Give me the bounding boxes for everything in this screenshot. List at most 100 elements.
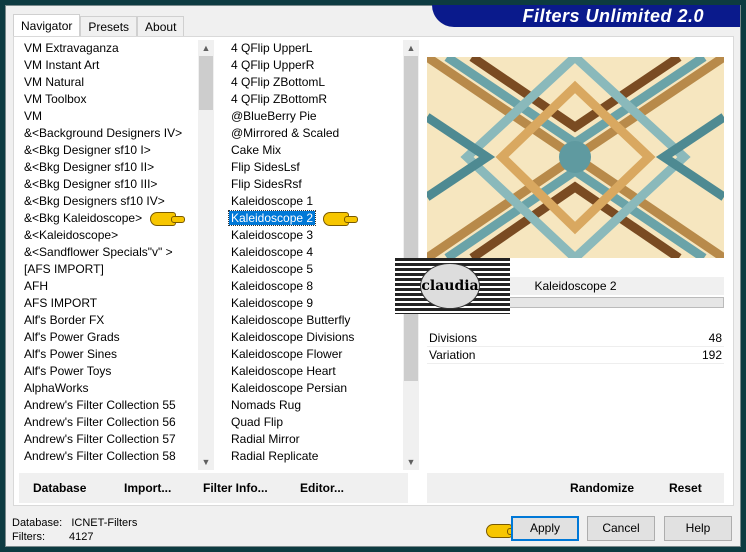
- list-item[interactable]: Andrew's Filter Collection 57: [19, 431, 198, 448]
- list-item-label: Flip SidesRsf: [231, 177, 302, 191]
- list-item[interactable]: Flip SidesRsf: [226, 176, 403, 193]
- list-item[interactable]: Andrew's Filter Collection 56: [19, 414, 198, 431]
- cancel-button[interactable]: Cancel: [587, 516, 655, 541]
- list-item[interactable]: @BlueBerry Pie: [226, 108, 403, 125]
- list-item-label: Kaleidoscope 4: [231, 245, 314, 259]
- list-item[interactable]: Cake Mix: [226, 142, 403, 159]
- list-item[interactable]: Kaleidoscope 1: [226, 193, 403, 210]
- list-item-label: Kaleidoscope 2: [227, 210, 317, 226]
- editor-button[interactable]: Editor...: [300, 481, 344, 495]
- list-item-label: Radial Replicate: [231, 449, 319, 463]
- list-item-label: &<Bkg Designer sf10 II>: [24, 160, 155, 174]
- reset-button[interactable]: Reset: [669, 481, 702, 495]
- scrollbar-thumb[interactable]: [199, 56, 213, 110]
- param-variation[interactable]: Variation 192: [427, 347, 724, 364]
- list-item[interactable]: Nomads Rug: [226, 397, 403, 414]
- list-item[interactable]: &<Kaleidoscope>: [19, 227, 198, 244]
- tab-about[interactable]: About: [137, 16, 185, 37]
- list-item[interactable]: VM Toolbox: [19, 91, 198, 108]
- list-item[interactable]: Kaleidoscope 5: [226, 261, 403, 278]
- list-item[interactable]: 4 QFlip UpperR: [226, 57, 403, 74]
- list-item[interactable]: Kaleidoscope Heart: [226, 363, 403, 380]
- list-item-label: Kaleidoscope 3: [231, 228, 314, 242]
- list-item[interactable]: VM Instant Art: [19, 57, 198, 74]
- list-item[interactable]: Kaleidoscope 8: [226, 278, 403, 295]
- list-item[interactable]: 4 QFlip ZBottomR: [226, 91, 403, 108]
- category-list[interactable]: VM Extravaganza VM Instant Art VM Natural V…: [19, 40, 198, 470]
- parameter-list: Divisions 48 Variation 192: [427, 330, 724, 364]
- scroll-down-icon[interactable]: ▼: [198, 454, 214, 470]
- import-button[interactable]: Import...: [124, 481, 171, 495]
- list-item[interactable]: Kaleidoscope 3: [226, 227, 403, 244]
- scroll-down-icon[interactable]: ▼: [403, 454, 419, 470]
- list-item[interactable]: Radial Replicate: [226, 448, 403, 465]
- list-item[interactable]: Alf's Power Toys: [19, 363, 198, 380]
- status-database: Database: ICNET-Filters: [12, 517, 137, 529]
- list-item[interactable]: &<Sandflower Specials"v" >: [19, 244, 198, 261]
- list-item-label: &<Background Designers IV>: [24, 126, 183, 140]
- list-item[interactable]: Kaleidoscope Persian: [226, 380, 403, 397]
- filter-scrollbar[interactable]: ▲ ▼: [403, 40, 419, 470]
- list-item[interactable]: Quad Flip: [226, 414, 403, 431]
- list-item[interactable]: Kaleidoscope Butterfly: [226, 312, 403, 329]
- list-item[interactable]: &<Bkg Designer sf10 I>: [19, 142, 198, 159]
- list-item-label: Kaleidoscope 1: [231, 194, 314, 208]
- status-value: 4127: [69, 531, 94, 543]
- list-item-label: VM Natural: [24, 75, 85, 89]
- list-item-label: Kaleidoscope Flower: [231, 347, 343, 361]
- tab-bar: Navigator Presets About: [13, 14, 185, 37]
- list-item[interactable]: &<Bkg Designers sf10 IV>: [19, 193, 198, 210]
- filter-info-button[interactable]: Filter Info...: [203, 481, 268, 495]
- list-item-label: Alf's Power Sines: [24, 347, 117, 361]
- list-item[interactable]: Kaleidoscope Flower: [226, 346, 403, 363]
- list-item-label: Andrew's Filter Collection 56: [24, 415, 176, 429]
- list-item[interactable]: 4 QFlip UpperL: [226, 40, 403, 57]
- list-item[interactable]: VM Extravaganza: [19, 40, 198, 57]
- list-item[interactable]: AFS IMPORT: [19, 295, 198, 312]
- list-item[interactable]: 4 QFlip ZBottomL: [226, 74, 403, 91]
- list-item[interactable]: Kaleidoscope 2: [226, 210, 403, 227]
- list-item[interactable]: Andrew's Filter Collection 55: [19, 397, 198, 414]
- param-divisions[interactable]: Divisions 48: [427, 330, 724, 347]
- list-item[interactable]: &<Bkg Designer sf10 III>: [19, 176, 198, 193]
- help-button[interactable]: Help: [664, 516, 732, 541]
- navigator-panel: VM Extravaganza VM Instant Art VM Natural V…: [13, 36, 734, 506]
- scroll-up-icon[interactable]: ▲: [198, 40, 214, 56]
- list-item[interactable]: [AFS IMPORT]: [19, 261, 198, 278]
- list-item-label: @BlueBerry Pie: [231, 109, 317, 123]
- list-item[interactable]: Alf's Border FX: [19, 312, 198, 329]
- list-item[interactable]: VM: [19, 108, 198, 125]
- database-button[interactable]: Database: [33, 481, 86, 495]
- param-label: Variation: [429, 348, 476, 362]
- list-item[interactable]: AlphaWorks: [19, 380, 198, 397]
- filter-list[interactable]: 4 QFlip UpperL 4 QFlip UpperR 4 QFlip ZBot…: [226, 40, 403, 470]
- scroll-up-icon[interactable]: ▲: [403, 40, 419, 56]
- category-scrollbar[interactable]: ▲ ▼: [198, 40, 214, 470]
- list-item[interactable]: Alf's Power Grads: [19, 329, 198, 346]
- list-item-label: Quad Flip: [231, 415, 284, 429]
- list-item[interactable]: Flip SidesLsf: [226, 159, 403, 176]
- list-item[interactable]: &<Bkg Designer sf10 II>: [19, 159, 198, 176]
- apply-button[interactable]: Apply: [511, 516, 579, 541]
- list-item[interactable]: Alf's Power Sines: [19, 346, 198, 363]
- tab-navigator[interactable]: Navigator: [13, 14, 81, 37]
- list-item-label: Alf's Border FX: [24, 313, 105, 327]
- scrollbar-thumb[interactable]: [404, 56, 418, 381]
- list-item[interactable]: AFH: [19, 278, 198, 295]
- list-item[interactable]: @Mirrored & Scaled: [226, 125, 403, 142]
- list-item[interactable]: Andrew's Filter Collection 58: [19, 448, 198, 465]
- list-item[interactable]: &<Bkg Kaleidoscope>: [19, 210, 198, 227]
- randomize-button[interactable]: Randomize: [570, 481, 634, 495]
- list-button-bar: Database Import... Filter Info... Editor…: [19, 473, 408, 503]
- list-item[interactable]: Kaleidoscope Divisions: [226, 329, 403, 346]
- list-item-label: Kaleidoscope Persian: [231, 381, 348, 395]
- list-item[interactable]: Kaleidoscope 9: [226, 295, 403, 312]
- list-item[interactable]: Kaleidoscope 4: [226, 244, 403, 261]
- list-item[interactable]: VM Natural: [19, 74, 198, 91]
- list-item[interactable]: Radial Mirror: [226, 431, 403, 448]
- pointing-hand-icon: [323, 211, 359, 226]
- list-item-label: &<Sandflower Specials"v" >: [24, 245, 173, 259]
- tab-presets[interactable]: Presets: [80, 16, 138, 37]
- param-value: 192: [701, 348, 722, 362]
- list-item[interactable]: &<Background Designers IV>: [19, 125, 198, 142]
